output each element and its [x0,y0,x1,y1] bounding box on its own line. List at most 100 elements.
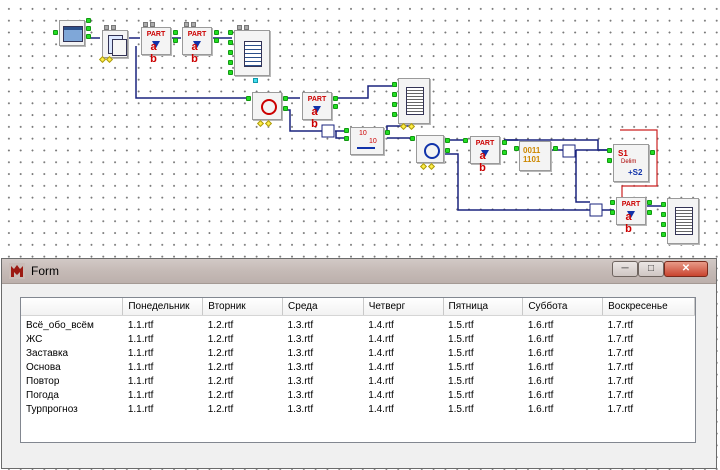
table-row[interactable]: Турпрогноз 1.1.rtf 1.2.rtf 1.3.rtf 1.4.r… [21,402,695,416]
header-row: Понедельник Вторник Среда Четверг Пятниц… [21,298,695,316]
table-cell: 1.4.rtf [368,333,394,345]
table-row[interactable]: Повтор 1.1.rtf 1.2.rtf 1.3.rtf 1.4.rtf 1… [21,374,695,388]
title-bar[interactable]: Form ─ □ ✕ [2,259,716,284]
junction-box [562,144,576,158]
memo-node[interactable] [234,30,270,76]
strcat-node[interactable]: S1 Delim +S2 [613,144,649,182]
table-cell: 1.7.rtf [607,403,634,415]
part-label: PART [187,31,207,38]
loop-node-1[interactable] [252,92,282,120]
converter-top: 0011 [523,146,541,155]
table-cell: 1.5.rtf [448,403,474,415]
converter-bottom: 1101 [523,155,541,164]
part-node-2[interactable]: PART a b [182,27,212,65]
part-label: PART [621,201,641,208]
form-node[interactable] [59,20,85,46]
table-cell: 1.5.rtf [448,347,474,359]
table-cell: 1.6.rtf [527,333,554,345]
table-cell: 1.5.rtf [448,389,474,401]
table-cell: 1.7.rtf [607,347,634,359]
table-cell: 1.2.rtf [207,389,234,401]
close-icon: ✕ [681,263,691,274]
table-cell: 1.6.rtf [527,361,554,373]
strcat-s1: S1 [618,149,628,158]
column-header[interactable]: Пятница [443,298,524,316]
counter-a: 10 [359,130,367,137]
table-cell: 1.5.rtf [448,361,474,373]
table-cell: 1.4.rtf [368,403,394,415]
column-header[interactable]: Понедельник [122,298,204,316]
column-header[interactable] [21,298,124,316]
schematic-canvas[interactable]: PART a b PART a b PART a b 10 10 PART a … [0,0,720,260]
minimize-button[interactable]: ─ [612,261,638,277]
part-label: PART [146,31,166,38]
table-cell: 1.2.rtf [207,333,234,345]
strcat-s2: +S2 [628,168,643,177]
table-cell: 1.6.rtf [527,319,554,331]
grid-icon [675,207,693,235]
column-header[interactable]: Воскресенье [602,298,695,316]
table-row[interactable]: ЖС 1.1.rtf 1.2.rtf 1.3.rtf 1.4.rtf 1.5.r… [21,332,695,346]
maximize-icon: □ [647,263,655,274]
maximize-button[interactable]: □ [638,261,664,277]
row-label: Основа [26,361,61,373]
column-header[interactable]: Среда [282,298,364,316]
table-cell: 1.6.rtf [527,347,554,359]
table-cell: 1.3.rtf [287,347,314,359]
loop-node-2[interactable] [416,135,444,163]
part-node-3[interactable]: PART a b [302,92,332,130]
table-cell: 1.7.rtf [607,375,634,387]
table-cell: 1.6.rtf [527,375,554,387]
table-cell: 1.1.rtf [127,347,154,359]
table-cell: 1.2.rtf [207,403,234,415]
schedule-grid[interactable]: Понедельник Вторник Среда Четверг Пятниц… [20,297,696,443]
part-label: PART [307,96,327,103]
part-ab: a b [150,41,162,65]
table-cell: 1.3.rtf [287,403,314,415]
table-cell: 1.1.rtf [127,375,154,387]
table-cell: 1.4.rtf [368,375,394,387]
table-row[interactable]: Основа 1.1.rtf 1.2.rtf 1.3.rtf 1.4.rtf 1… [21,360,695,374]
form-window[interactable]: Form ─ □ ✕ Понедельник Вторник Среда Чет… [1,258,717,469]
part-node-5[interactable]: PART a b [616,197,646,235]
close-button[interactable]: ✕ [664,261,708,277]
table-cell: 1.5.rtf [448,333,474,345]
table-row[interactable]: Всё_обо_всём 1.1.rtf 1.2.rtf 1.3.rtf 1.4… [21,316,695,333]
row-label: Всё_обо_всём [26,319,94,331]
table-cell: 1.2.rtf [207,347,234,359]
converter-node[interactable]: 0011 1101 [519,141,551,171]
table-cell: 1.2.rtf [207,319,234,331]
table-cell: 1.7.rtf [607,389,634,401]
loop-icon [261,99,277,115]
table-cell: 1.7.rtf [607,319,634,331]
table-cell: 1.4.rtf [368,389,394,401]
counter-node[interactable]: 10 10 [350,127,384,155]
part-ab: a b [625,211,637,235]
table-cell: 1.4.rtf [368,319,394,331]
row-label: Турпрогноз [26,403,78,415]
window-icon [63,26,83,42]
column-header[interactable]: Четверг [363,298,444,316]
grid-node[interactable] [398,78,430,124]
table-cell: 1.6.rtf [527,403,554,415]
grid-node-2[interactable] [667,198,699,244]
grid-icon [406,87,424,115]
wire [575,150,590,203]
table-cell: 1.1.rtf [127,333,154,345]
part-node-4[interactable]: PART a b [470,136,500,174]
column-header[interactable]: Суббота [522,298,604,316]
table-cell: 1.6.rtf [527,389,554,401]
table-cell: 1.1.rtf [127,361,154,373]
column-header[interactable]: Вторник [202,298,284,316]
row-label: Погода [26,389,59,401]
table-cell: 1.2.rtf [207,375,234,387]
table-row[interactable]: Заставка 1.1.rtf 1.2.rtf 1.3.rtf 1.4.rtf… [21,346,695,360]
table-cell: 1.3.rtf [287,333,314,345]
table-cell: 1.2.rtf [207,361,234,373]
junction-box [589,203,603,217]
wire [335,85,397,99]
part-node-1[interactable]: PART a b [141,27,171,65]
delphi-icon [9,263,25,279]
document-node[interactable] [102,30,128,58]
table-row[interactable]: Погода 1.1.rtf 1.2.rtf 1.3.rtf 1.4.rtf 1… [21,388,695,402]
